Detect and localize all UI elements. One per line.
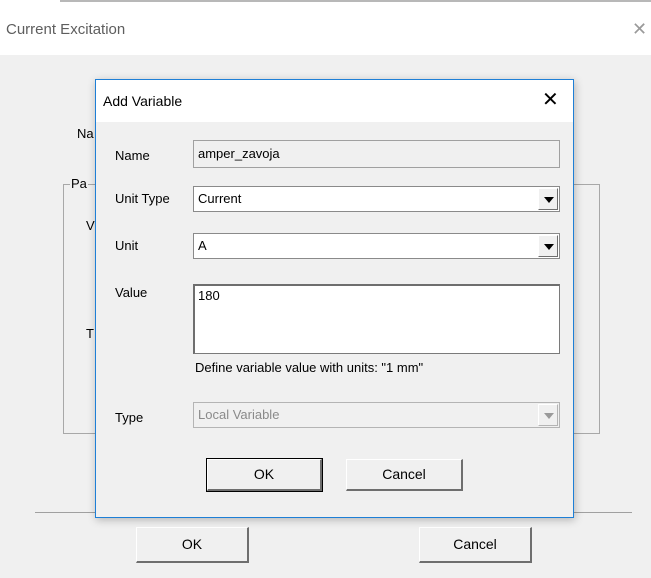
unit-select[interactable]: A <box>193 233 560 259</box>
cancel-button[interactable]: Cancel <box>346 459 463 491</box>
unit-value: A <box>198 238 207 253</box>
chevron-down-icon[interactable] <box>538 235 558 257</box>
outer-ok-button[interactable]: OK <box>136 527 249 563</box>
name-label: Name <box>115 148 150 163</box>
outer-name-label: Na <box>77 126 94 141</box>
unit-type-value: Current <box>198 191 242 206</box>
outer-value-label: V <box>86 218 95 233</box>
dialog-title: Add Variable <box>103 93 183 109</box>
value-input[interactable]: 180 <box>193 284 560 354</box>
outer-top-border <box>60 0 651 2</box>
unit-label: Unit <box>115 238 139 253</box>
outer-window-title: Current Excitation <box>6 21 126 38</box>
ok-button[interactable]: OK <box>206 458 323 492</box>
type-value: Local Variable <box>198 407 280 422</box>
value-hint: Define variable value with units: "1 mm" <box>195 360 424 375</box>
type-label: Type <box>115 410 144 425</box>
outer-close-icon[interactable]: ✕ <box>632 20 647 38</box>
parameters-group-label: Pa <box>70 176 88 191</box>
dialog-close-icon[interactable]: ✕ <box>542 90 559 110</box>
outer-type-label: T <box>86 326 94 341</box>
chevron-down-icon[interactable] <box>538 404 558 426</box>
value-label: Value <box>115 285 148 300</box>
type-select[interactable]: Local Variable <box>193 402 560 428</box>
name-field[interactable]: amper_zavoja <box>193 140 560 168</box>
chevron-down-icon[interactable] <box>538 188 558 210</box>
unit-type-label: Unit Type <box>115 191 170 206</box>
unit-type-select[interactable]: Current <box>193 186 560 212</box>
outer-cancel-button[interactable]: Cancel <box>419 527 532 563</box>
add-variable-dialog: Add Variable ✕ Name amper_zavoja Unit Ty… <box>95 79 574 518</box>
